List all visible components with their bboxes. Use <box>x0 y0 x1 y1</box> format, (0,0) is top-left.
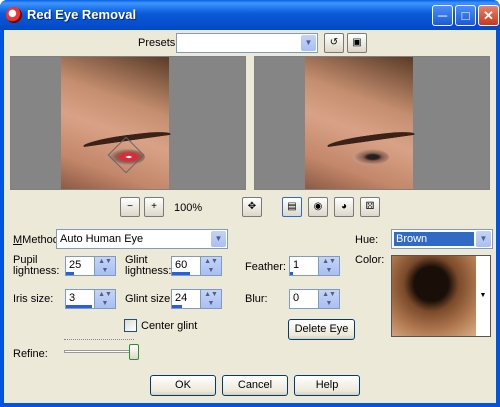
select-tool-icon: ▤ <box>287 201 297 212</box>
after-photo <box>305 57 416 189</box>
glint-size-spinner[interactable]: ▲▼ ▼ <box>200 289 222 309</box>
chevron-down-icon[interactable]: ▼ <box>301 35 316 51</box>
tool-button-4[interactable]: ⚄ <box>360 197 380 217</box>
refine-label: Refine: <box>13 348 48 360</box>
before-photo <box>61 57 172 189</box>
cancel-button[interactable]: Cancel <box>222 375 288 396</box>
zoom-out-icon: − <box>127 201 133 212</box>
move-icon: ✥ <box>247 201 257 212</box>
close-icon: ✕ <box>483 8 494 23</box>
delete-eye-button[interactable]: Delete Eye <box>288 319 355 340</box>
glint-lightness-spinner[interactable]: ▲▼ ▼ <box>200 256 222 276</box>
iris-size-spinner[interactable]: ▲▼ ▼ <box>94 289 116 309</box>
feather-input[interactable]: 1 <box>289 256 319 276</box>
load-preset-button[interactable]: ↺ <box>324 33 344 53</box>
blur-spinner[interactable]: ▲▼ ▼ <box>318 289 340 309</box>
minimize-button[interactable]: ─ <box>432 5 453 26</box>
center-glint-checkbox[interactable] <box>124 319 137 332</box>
dialog-window: Red Eye Removal ─ □ ✕ Presets: ▼ ↺ ▣ − +… <box>0 0 500 407</box>
glint-size-label: Glint size: <box>125 293 174 305</box>
method-label: MMethod: <box>13 234 62 246</box>
pupil-lightness-input[interactable]: 25 <box>65 256 95 276</box>
glint-lightness-label-2: lightness: <box>125 265 172 277</box>
glint-size-input[interactable]: 24 <box>171 289 201 309</box>
pan-button[interactable]: ✥ <box>242 197 262 217</box>
refine-ticks <box>64 339 134 343</box>
iris-size-label: Iris size: <box>13 293 54 305</box>
chevron-down-icon[interactable]: ▼ <box>211 231 226 247</box>
color-label: Color: <box>355 254 385 266</box>
blur-input[interactable]: 0 <box>289 289 319 309</box>
help-button[interactable]: Help <box>294 375 360 396</box>
tool-button-1[interactable]: ▤ <box>282 197 302 217</box>
blur-label: Blur: <box>245 293 268 305</box>
dialog-body: Presets: ▼ ↺ ▣ − + 100% ✥ ▤ ◉ ◕ ⚄ MMetho… <box>4 30 496 403</box>
chevron-down-icon[interactable]: ▼ <box>476 256 490 336</box>
method-value: Auto Human Eye <box>60 233 144 245</box>
minimize-icon: ─ <box>437 8 448 23</box>
zoom-in-icon: + <box>151 201 157 212</box>
eyebrow <box>326 128 416 152</box>
load-preset-icon: ↺ <box>329 37 339 48</box>
presets-combo[interactable]: ▼ <box>176 33 318 53</box>
save-preset-button[interactable]: ▣ <box>347 33 367 53</box>
maximize-icon: □ <box>461 8 470 23</box>
refine-slider-thumb[interactable] <box>129 344 139 360</box>
center-glint-label: Center glint <box>141 320 198 332</box>
feather-spinner[interactable]: ▲▼ ▼ <box>318 256 340 276</box>
close-button[interactable]: ✕ <box>478 5 499 26</box>
hue-combo[interactable]: Brown ▼ <box>391 229 493 249</box>
randomize-icon: ⚄ <box>365 201 375 212</box>
after-preview <box>254 56 490 190</box>
glint-lightness-input[interactable]: 60 <box>171 256 201 276</box>
zoom-level: 100% <box>174 202 203 214</box>
ok-button[interactable]: OK <box>150 375 216 396</box>
feather-label: Feather: <box>245 261 286 273</box>
before-preview[interactable] <box>10 56 246 190</box>
tool-button-3[interactable]: ◕ <box>334 197 354 217</box>
eye-tool-icon: ◉ <box>313 201 323 212</box>
iris-size-input[interactable]: 3 <box>65 289 95 309</box>
hue-label: Hue: <box>355 234 379 246</box>
save-icon: ▣ <box>352 37 362 48</box>
window-title: Red Eye Removal <box>27 7 137 22</box>
zoom-out-button[interactable]: − <box>120 197 140 217</box>
zoom-in-button[interactable]: + <box>144 197 164 217</box>
method-combo[interactable]: Auto Human Eye ▼ <box>56 229 228 249</box>
presets-label: Presets: <box>138 37 179 49</box>
color-swatch[interactable]: ▼ <box>391 255 491 337</box>
maximize-button[interactable]: □ <box>455 5 476 26</box>
pupil-lightness-spinner[interactable]: ▲▼ ▼ <box>94 256 116 276</box>
eye-tool-icon: ◕ <box>340 201 348 212</box>
app-icon[interactable] <box>6 7 22 23</box>
refine-track[interactable] <box>64 350 134 353</box>
chevron-down-icon[interactable]: ▼ <box>476 231 491 247</box>
corrected-eye <box>353 149 389 165</box>
pupil-lightness-label-2: lightness: <box>13 265 60 277</box>
title-bar[interactable]: Red Eye Removal ─ □ ✕ <box>0 0 500 30</box>
tool-button-2[interactable]: ◉ <box>308 197 328 217</box>
hue-value: Brown <box>394 232 474 246</box>
